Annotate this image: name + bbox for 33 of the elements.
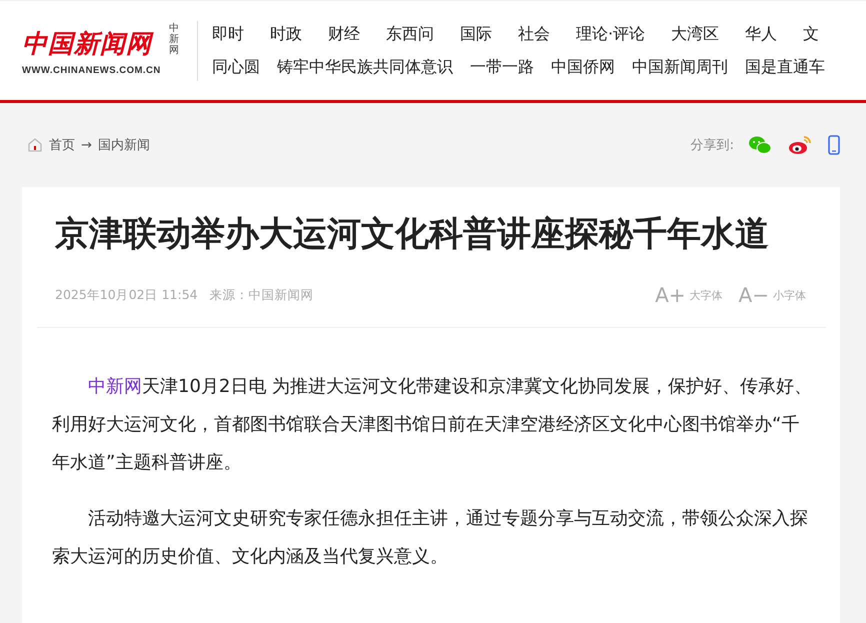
logo-subtitle: 中新网 — [169, 22, 179, 56]
nav-link[interactable]: 铸牢中华民族共同体意识 — [277, 56, 453, 78]
share-label: 分享到: — [690, 137, 734, 154]
site-url: WWW.CHINANEWS.COM.CN — [22, 64, 161, 76]
eye-logo-icon[interactable] — [788, 135, 812, 155]
article-paragraph: 活动特邀大运河文史研究专家任德永担任主讲，通过专题分享与互动交流，带领公众深入探索大运河的历史价值、文化内涵及当代复兴意义。 — [52, 507, 809, 569]
home-icon — [27, 137, 43, 153]
publish-time: 2025年10月02日 11:54 — [55, 286, 198, 304]
article-paragraph: 中新网天津10月2日电 为推进大运河文化带建设和京津冀文化协同发展，保护好、传承好、利用好大运河文化，首都图书馆联合天津图书馆日前在天津空港经济区文化中心图书馆举办“千年水道”主题科普讲座。 — [52, 375, 814, 475]
nav-link[interactable]: 一带一路 — [470, 56, 534, 78]
nav-link[interactable]: 同心圆 — [212, 56, 260, 78]
phone-icon[interactable] — [828, 135, 840, 155]
nav-link[interactable]: 大湾区 — [671, 24, 720, 44]
breadcrumb-separator: → — [81, 138, 92, 152]
nav-link[interactable]: 财经 — [328, 24, 360, 44]
chat-bubbles-icon[interactable] — [748, 135, 772, 155]
nav-link[interactable]: 即时 — [212, 24, 244, 44]
nav-link[interactable]: 社会 — [518, 24, 550, 44]
nav-link[interactable]: 国是直通车 — [745, 56, 825, 78]
article-source: 来源：中国新闻网 — [210, 286, 314, 304]
nav-link[interactable]: 中国新闻周刊 — [632, 56, 728, 78]
breadcrumb-link[interactable]: 国内新闻 — [98, 136, 150, 154]
nav-link[interactable]: 国际 — [460, 24, 492, 44]
breadcrumb-link[interactable]: 首页 — [49, 136, 75, 154]
nav-link[interactable]: 理论·评论 — [576, 24, 646, 44]
nav-link[interactable]: 中国侨网 — [551, 56, 615, 78]
site-logo[interactable]: 中国新闻网 — [22, 26, 152, 60]
source-link[interactable]: 中新网 — [88, 376, 142, 397]
nav-link[interactable]: 华人 — [745, 24, 778, 44]
nav-link[interactable]: 文 — [803, 24, 820, 44]
nav-link[interactable]: 东西问 — [386, 24, 434, 44]
nav-link[interactable]: 时政 — [270, 24, 302, 44]
article-title: 京津联动举办大运河文化科普讲座探秘千年水道 — [55, 213, 770, 256]
